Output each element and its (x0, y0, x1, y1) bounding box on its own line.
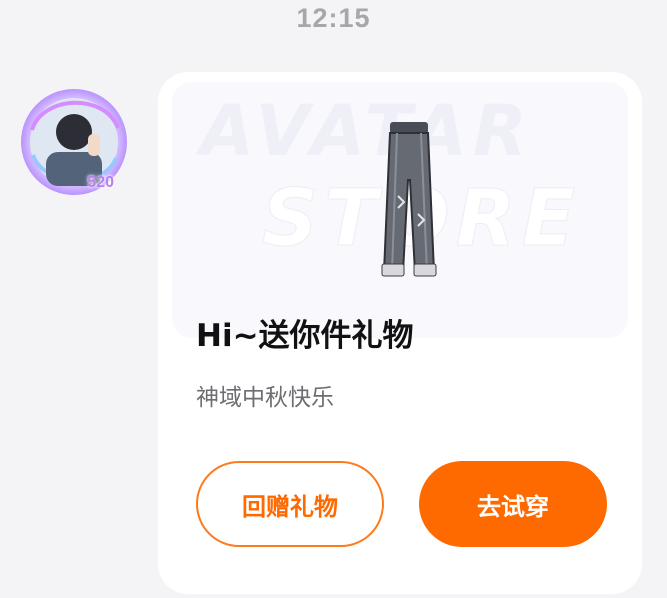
try-on-button[interactable]: 去试穿 (419, 461, 607, 547)
gift-title: Hi~送你件礼物 (196, 318, 414, 354)
pants-icon (380, 122, 438, 282)
avatar-badge: 520 (87, 174, 114, 191)
banner-watermark-top: AVATAR (200, 90, 533, 172)
gift-banner: AVATAR STORE (172, 82, 628, 338)
pants-illustration (381, 122, 437, 277)
status-time: 12:15 (296, 3, 371, 33)
sender-avatar[interactable]: 520 (18, 86, 130, 198)
return-gift-button[interactable]: 回赠礼物 (196, 461, 384, 547)
gift-subtitle: 神域中秋快乐 (196, 385, 334, 411)
gift-card: AVATAR STORE Hi~送你件礼物 神域中秋快乐 回赠礼物 去试穿 (158, 72, 642, 594)
